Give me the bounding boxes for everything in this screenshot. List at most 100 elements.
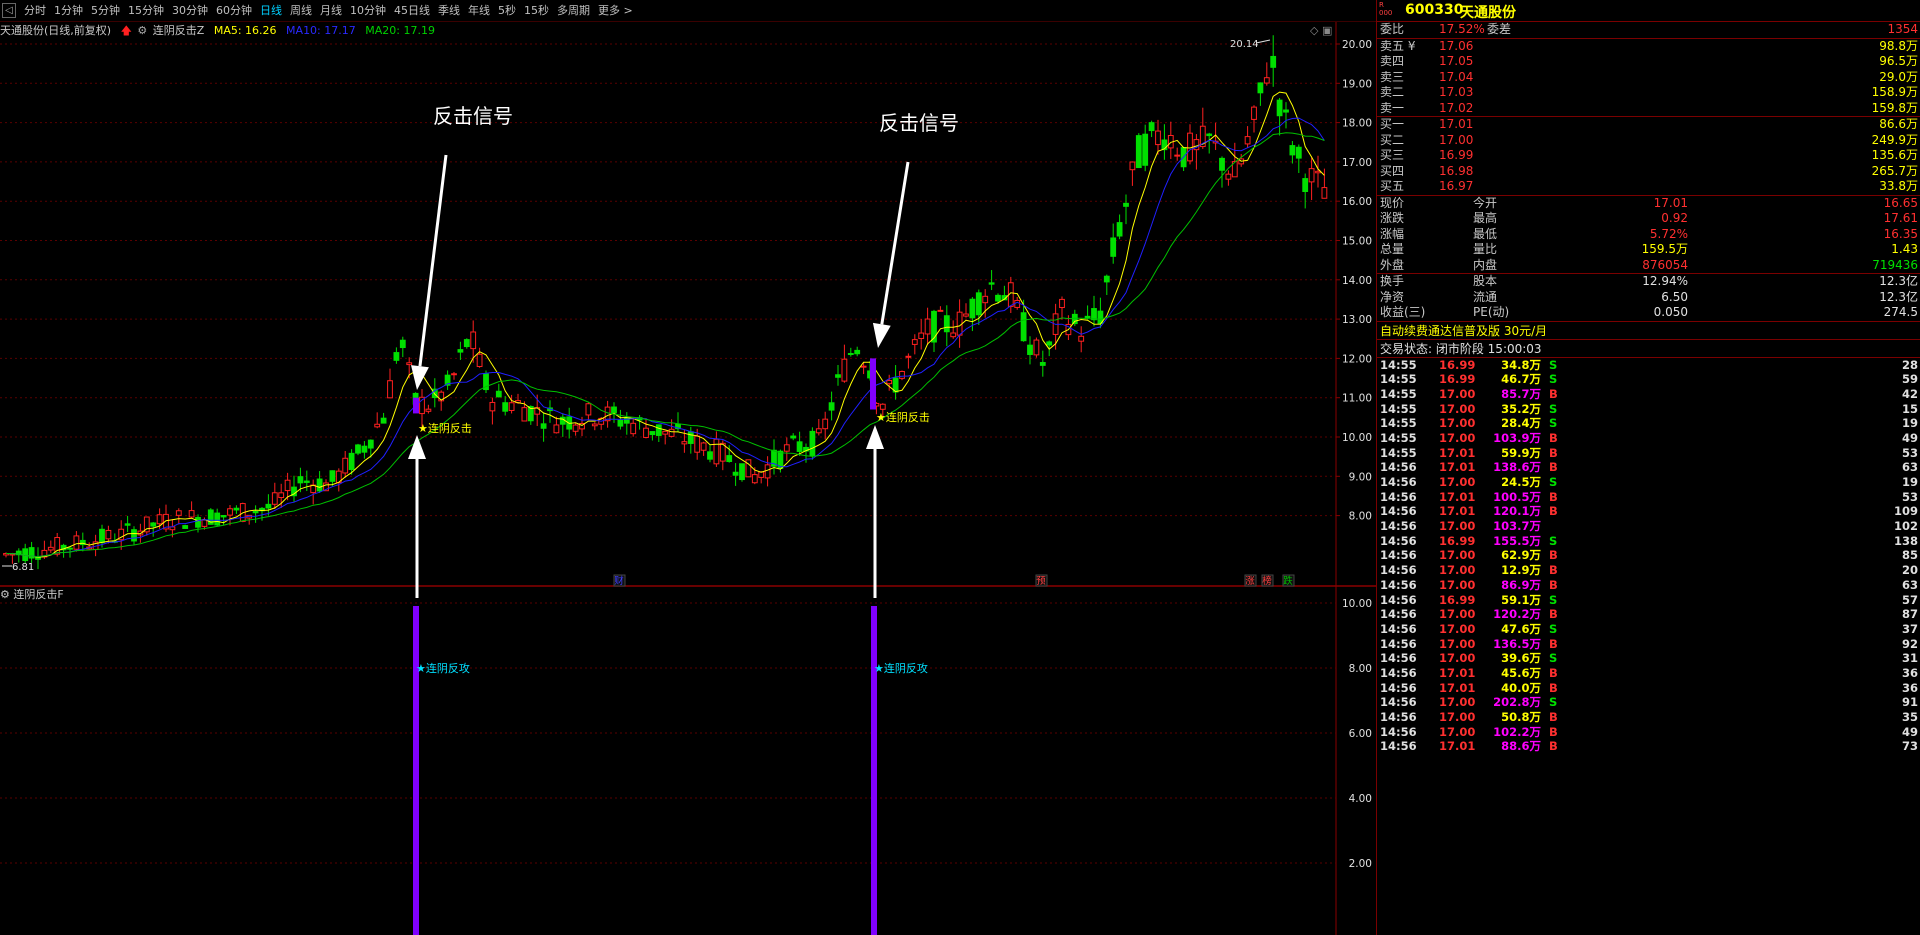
level-volume: 265.7万 (1871, 163, 1918, 178)
period-tab[interactable]: 60分钟 (212, 0, 256, 22)
tick-row[interactable]: 14:56 17.00 50.8万 B 35 (1377, 710, 1920, 725)
tick-price: 17.01 (1439, 504, 1476, 519)
candle-body (758, 471, 765, 478)
candle-body (1142, 133, 1149, 166)
tick-row[interactable]: 14:56 17.00 39.6万 S 31 (1377, 651, 1920, 666)
level-price: 17.04 (1439, 69, 1474, 84)
tick-row[interactable]: 14:56 17.00 102.2万 B 49 (1377, 725, 1920, 740)
tick-row[interactable]: 14:56 17.01 100.5万 B 53 (1377, 490, 1920, 505)
tick-volume: 120.2万 (1493, 607, 1541, 622)
sells-level-row[interactable]: 卖三 17.04 29.0万 (1377, 70, 1920, 86)
candle-body (195, 516, 201, 528)
sells-level-row[interactable]: 卖一 17.02 159.8万 (1377, 101, 1920, 117)
period-tab[interactable]: 5分钟 (87, 0, 124, 22)
tick-volume: 28.4万 (1501, 416, 1541, 431)
level-price: 17.00 (1439, 132, 1474, 147)
tick-row[interactable]: 14:55 16.99 46.7万 S 59 (1377, 372, 1920, 387)
signal-candle (413, 397, 419, 414)
tick-row[interactable]: 14:55 17.00 35.2万 S 15 (1377, 402, 1920, 417)
level-volume: 249.9万 (1871, 132, 1918, 147)
tick-row[interactable]: 14:56 17.00 120.2万 B 87 (1377, 607, 1920, 622)
tick-row[interactable]: 14:56 17.00 62.9万 B 85 (1377, 548, 1920, 563)
buys-level-row[interactable]: 买四 16.98 265.7万 (1377, 164, 1920, 180)
candle-body (911, 339, 918, 345)
candle-body (751, 474, 758, 484)
tick-row[interactable]: 14:56 17.01 88.6万 B 73 (1377, 739, 1920, 754)
candle-body (1014, 299, 1021, 308)
tick-row[interactable]: 14:55 16.99 34.8万 S 28 (1377, 358, 1920, 373)
tick-row[interactable]: 14:56 17.00 12.9万 B 20 (1377, 563, 1920, 578)
indicator-label: ★连阴反攻 (874, 661, 928, 675)
tick-row[interactable]: 14:56 17.00 136.5万 B 92 (1377, 637, 1920, 652)
tick-row[interactable]: 14:55 17.00 85.7万 B 42 (1377, 387, 1920, 402)
candle-body (131, 529, 137, 542)
period-tab[interactable]: 分时 (20, 0, 50, 22)
candle-body (662, 430, 669, 435)
wei-bi-value: 17.52% (1439, 22, 1485, 36)
tick-count: 36 (1901, 680, 1918, 695)
buys-level-row[interactable]: 买一 17.01 86.6万 (1377, 117, 1920, 133)
candle-body (463, 339, 470, 348)
tick-list[interactable]: 14:55 16.99 34.8万 S 28 14:55 16.99 46.7万 S 59 14:5… (1377, 358, 1920, 755)
tick-side: B (1549, 636, 1558, 651)
tick-side: B (1549, 386, 1558, 401)
period-tab[interactable]: 5秒 (494, 0, 520, 22)
tick-row[interactable]: 14:56 17.00 86.9万 B 63 (1377, 578, 1920, 593)
period-tab[interactable]: 周线 (286, 0, 316, 22)
tick-row[interactable]: 14:55 17.01 59.9万 B 53 (1377, 446, 1920, 461)
candle-body (201, 519, 208, 527)
tick-row[interactable]: 14:56 16.99 59.1万 S 57 (1377, 593, 1920, 608)
indicator-title[interactable]: ⚙ 连阴反击F (0, 586, 64, 602)
sells-level-row[interactable]: 卖五 ¥ 17.06 98.8万 (1377, 39, 1920, 55)
tick-row[interactable]: 14:56 16.99 155.5万 S 138 (1377, 534, 1920, 549)
tick-count: 63 (1901, 460, 1918, 475)
stock-name[interactable]: 天通股份 (1460, 2, 1516, 22)
candle-body (1321, 187, 1328, 199)
candle-body (220, 515, 227, 518)
period-tab[interactable]: 45日线 (390, 0, 434, 22)
stat-label: 涨幅 (1380, 226, 1405, 241)
tick-row[interactable]: 14:56 17.01 45.6万 B 36 (1377, 666, 1920, 681)
kline-chart[interactable]: 20.00 19.00 18.00 17.00 16.00 15.00 14.00 13.00… (0, 22, 1376, 935)
buys-level-row[interactable]: 买二 17.00 249.9万 (1377, 133, 1920, 149)
period-tab[interactable]: 10分钟 (346, 0, 390, 22)
period-tab[interactable]: 1分钟 (50, 0, 87, 22)
sells-level-row[interactable]: 卖四 17.05 96.5万 (1377, 54, 1920, 70)
period-tab[interactable]: 季线 (434, 0, 464, 22)
tick-row[interactable]: 14:56 17.01 40.0万 B 36 (1377, 681, 1920, 696)
period-tab[interactable]: 更多 > (594, 0, 637, 22)
tick-row[interactable]: 14:55 17.00 103.9万 B 49 (1377, 431, 1920, 446)
buys-level-row[interactable]: 买五 16.97 33.8万 (1377, 179, 1920, 195)
period-tab[interactable]: 15分钟 (124, 0, 168, 22)
period-tab[interactable]: 日线 (256, 0, 286, 22)
signal-label: ★连阴反击 (418, 422, 472, 435)
back-arrow-icon[interactable]: ◁ (2, 3, 16, 18)
tick-side: S (1549, 401, 1558, 416)
period-tab[interactable]: 多周期 (553, 0, 594, 22)
candle-body (387, 380, 393, 399)
period-tab[interactable]: 30分钟 (168, 0, 212, 22)
tick-row[interactable]: 14:56 17.00 103.7万 102 (1377, 519, 1920, 534)
tick-row[interactable]: 14:56 17.00 202.8万 S 91 (1377, 695, 1920, 710)
indicator-bar (871, 606, 877, 935)
buys-level-row[interactable]: 买三 16.99 135.6万 (1377, 148, 1920, 164)
tick-side: B (1549, 739, 1558, 754)
tick-row[interactable]: 14:55 17.00 28.4万 S 19 (1377, 416, 1920, 431)
buy-order-book: 买一 17.01 86.6万 买二 17.00 249.9万 买三 16.99 135.6万 买四… (1377, 117, 1920, 196)
period-tab[interactable]: 月线 (316, 0, 346, 22)
sells-level-row[interactable]: 卖二 17.03 158.9万 (1377, 85, 1920, 101)
indicator-tick-label: 10.00 (1342, 598, 1372, 610)
tick-row[interactable]: 14:56 17.01 120.1万 B 109 (1377, 504, 1920, 519)
ad-banner[interactable]: 自动续费通达信普及版 30元/月 (1377, 322, 1920, 340)
tick-row[interactable]: 14:56 17.00 24.5万 S 19 (1377, 475, 1920, 490)
tick-count: 91 (1901, 695, 1918, 710)
period-tab[interactable]: 年线 (464, 0, 494, 22)
tick-row[interactable]: 14:56 17.00 47.6万 S 37 (1377, 622, 1920, 637)
tick-volume: 202.8万 (1493, 695, 1541, 710)
stat-value: 876054 (1642, 257, 1688, 272)
period-tab[interactable]: 15秒 (520, 0, 553, 22)
tick-row[interactable]: 14:56 17.01 138.6万 B 63 (1377, 460, 1920, 475)
settings-icon[interactable]: ⚙ (0, 588, 10, 601)
stock-code[interactable]: 600330 (1405, 2, 1463, 18)
candle-body (489, 401, 496, 412)
